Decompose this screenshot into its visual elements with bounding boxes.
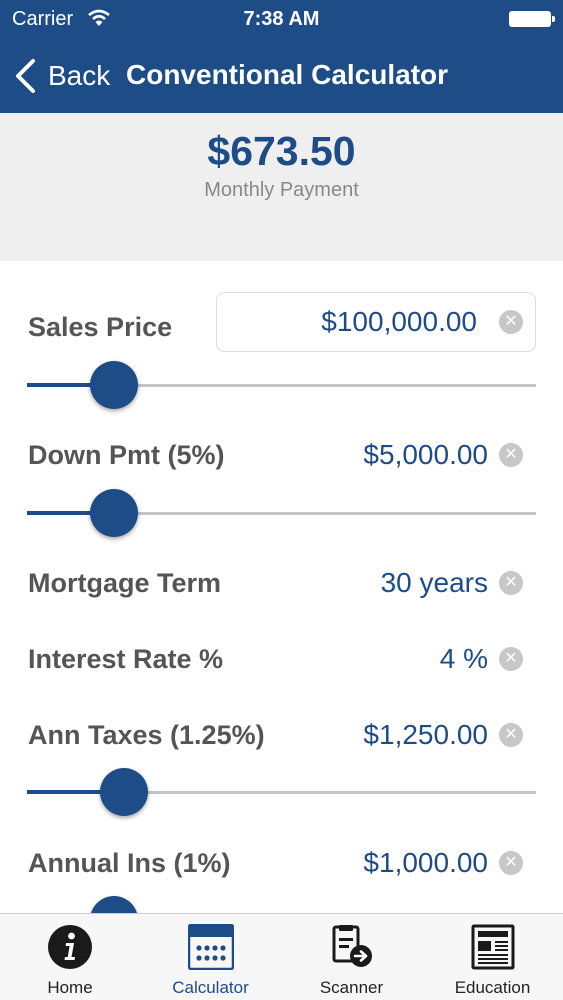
clear-icon[interactable]: ✕ <box>499 571 523 595</box>
down-payment-row: Down Pmt (5%) $5,000.00 ✕ <box>0 430 563 480</box>
slider-thumb[interactable] <box>89 489 138 537</box>
ann-taxes-row: Ann Taxes (1.25%) $1,250.00 ✕ <box>0 710 563 760</box>
battery-icon <box>509 11 555 27</box>
clear-icon[interactable]: ✕ <box>499 851 523 875</box>
annual-ins-label: Annual Ins (1%) <box>28 848 231 878</box>
sales-price-slider[interactable] <box>27 361 536 409</box>
newspaper-icon <box>471 924 514 970</box>
tab-home-label: Home <box>47 978 93 997</box>
sales-price-field[interactable]: $100,000.00 ✕ <box>216 292 536 352</box>
calculator-icon <box>187 924 234 970</box>
status-time: 7:38 AM <box>243 8 320 30</box>
clear-icon[interactable]: ✕ <box>499 647 523 671</box>
ann-taxes-slider[interactable] <box>27 768 536 816</box>
clear-icon[interactable]: ✕ <box>499 443 523 467</box>
sales-price-value[interactable]: $100,000.00 <box>321 306 477 338</box>
annual-ins-row: Annual Ins (1%) $1,000.00 ✕ <box>0 838 563 888</box>
info-icon <box>48 925 92 969</box>
interest-rate-row: Interest Rate % 4 % ✕ <box>0 634 563 684</box>
tab-scanner-label: Scanner <box>319 978 384 997</box>
back-button[interactable]: Back <box>12 56 110 96</box>
tab-education-label: Education <box>454 978 531 997</box>
tab-education[interactable]: Education <box>422 914 563 1000</box>
annual-ins-value[interactable]: $1,000.00 <box>363 847 488 879</box>
navigation-bar: Back Conventional Calculator <box>0 46 563 106</box>
tab-home[interactable]: Home <box>0 914 140 1000</box>
down-payment-slider[interactable] <box>27 489 536 537</box>
interest-rate-label: Interest Rate % <box>28 644 224 674</box>
mortgage-term-row: Mortgage Term 30 years ✕ <box>0 558 563 608</box>
scanner-icon <box>332 925 372 967</box>
sales-price-label: Sales Price <box>28 312 173 342</box>
status-bar: Carrier 7:38 AM <box>0 0 563 38</box>
payment-summary: $673.50 Monthly Payment <box>0 113 563 261</box>
top-bar: Carrier 7:38 AM Back Conventional Calcul… <box>0 0 563 113</box>
ann-taxes-value[interactable]: $1,250.00 <box>363 719 488 751</box>
annual-ins-slider[interactable] <box>27 896 536 913</box>
page-title: Conventional Calculator <box>126 59 449 90</box>
slider-thumb[interactable] <box>89 361 138 409</box>
monthly-payment-amount: $673.50 <box>207 128 356 174</box>
clear-icon[interactable]: ✕ <box>499 310 523 334</box>
mortgage-term-value[interactable]: 30 years <box>381 567 488 599</box>
monthly-payment-caption: Monthly Payment <box>204 179 359 201</box>
interest-rate-value[interactable]: 4 % <box>440 643 488 675</box>
chevron-left-icon <box>16 59 35 93</box>
mortgage-term-label: Mortgage Term <box>28 568 222 598</box>
ann-taxes-label: Ann Taxes (1.25%) <box>28 720 265 750</box>
tab-bar: Home Calculator Scanner Education <box>0 913 563 1000</box>
down-payment-value[interactable]: $5,000.00 <box>363 439 488 471</box>
slider-thumb[interactable] <box>99 768 148 816</box>
calculator-form: Sales Price $100,000.00 ✕ Down Pmt (5%) … <box>0 261 563 913</box>
sales-price-row: Sales Price $100,000.00 ✕ <box>0 292 563 352</box>
tab-scanner[interactable]: Scanner <box>281 914 422 1000</box>
tab-calculator[interactable]: Calculator <box>140 914 281 1000</box>
tab-calculator-label: Calculator <box>172 978 249 997</box>
down-payment-label: Down Pmt (5%) <box>28 440 225 470</box>
back-label: Back <box>48 60 111 91</box>
slider-thumb[interactable] <box>89 896 138 913</box>
clear-icon[interactable]: ✕ <box>499 723 523 747</box>
